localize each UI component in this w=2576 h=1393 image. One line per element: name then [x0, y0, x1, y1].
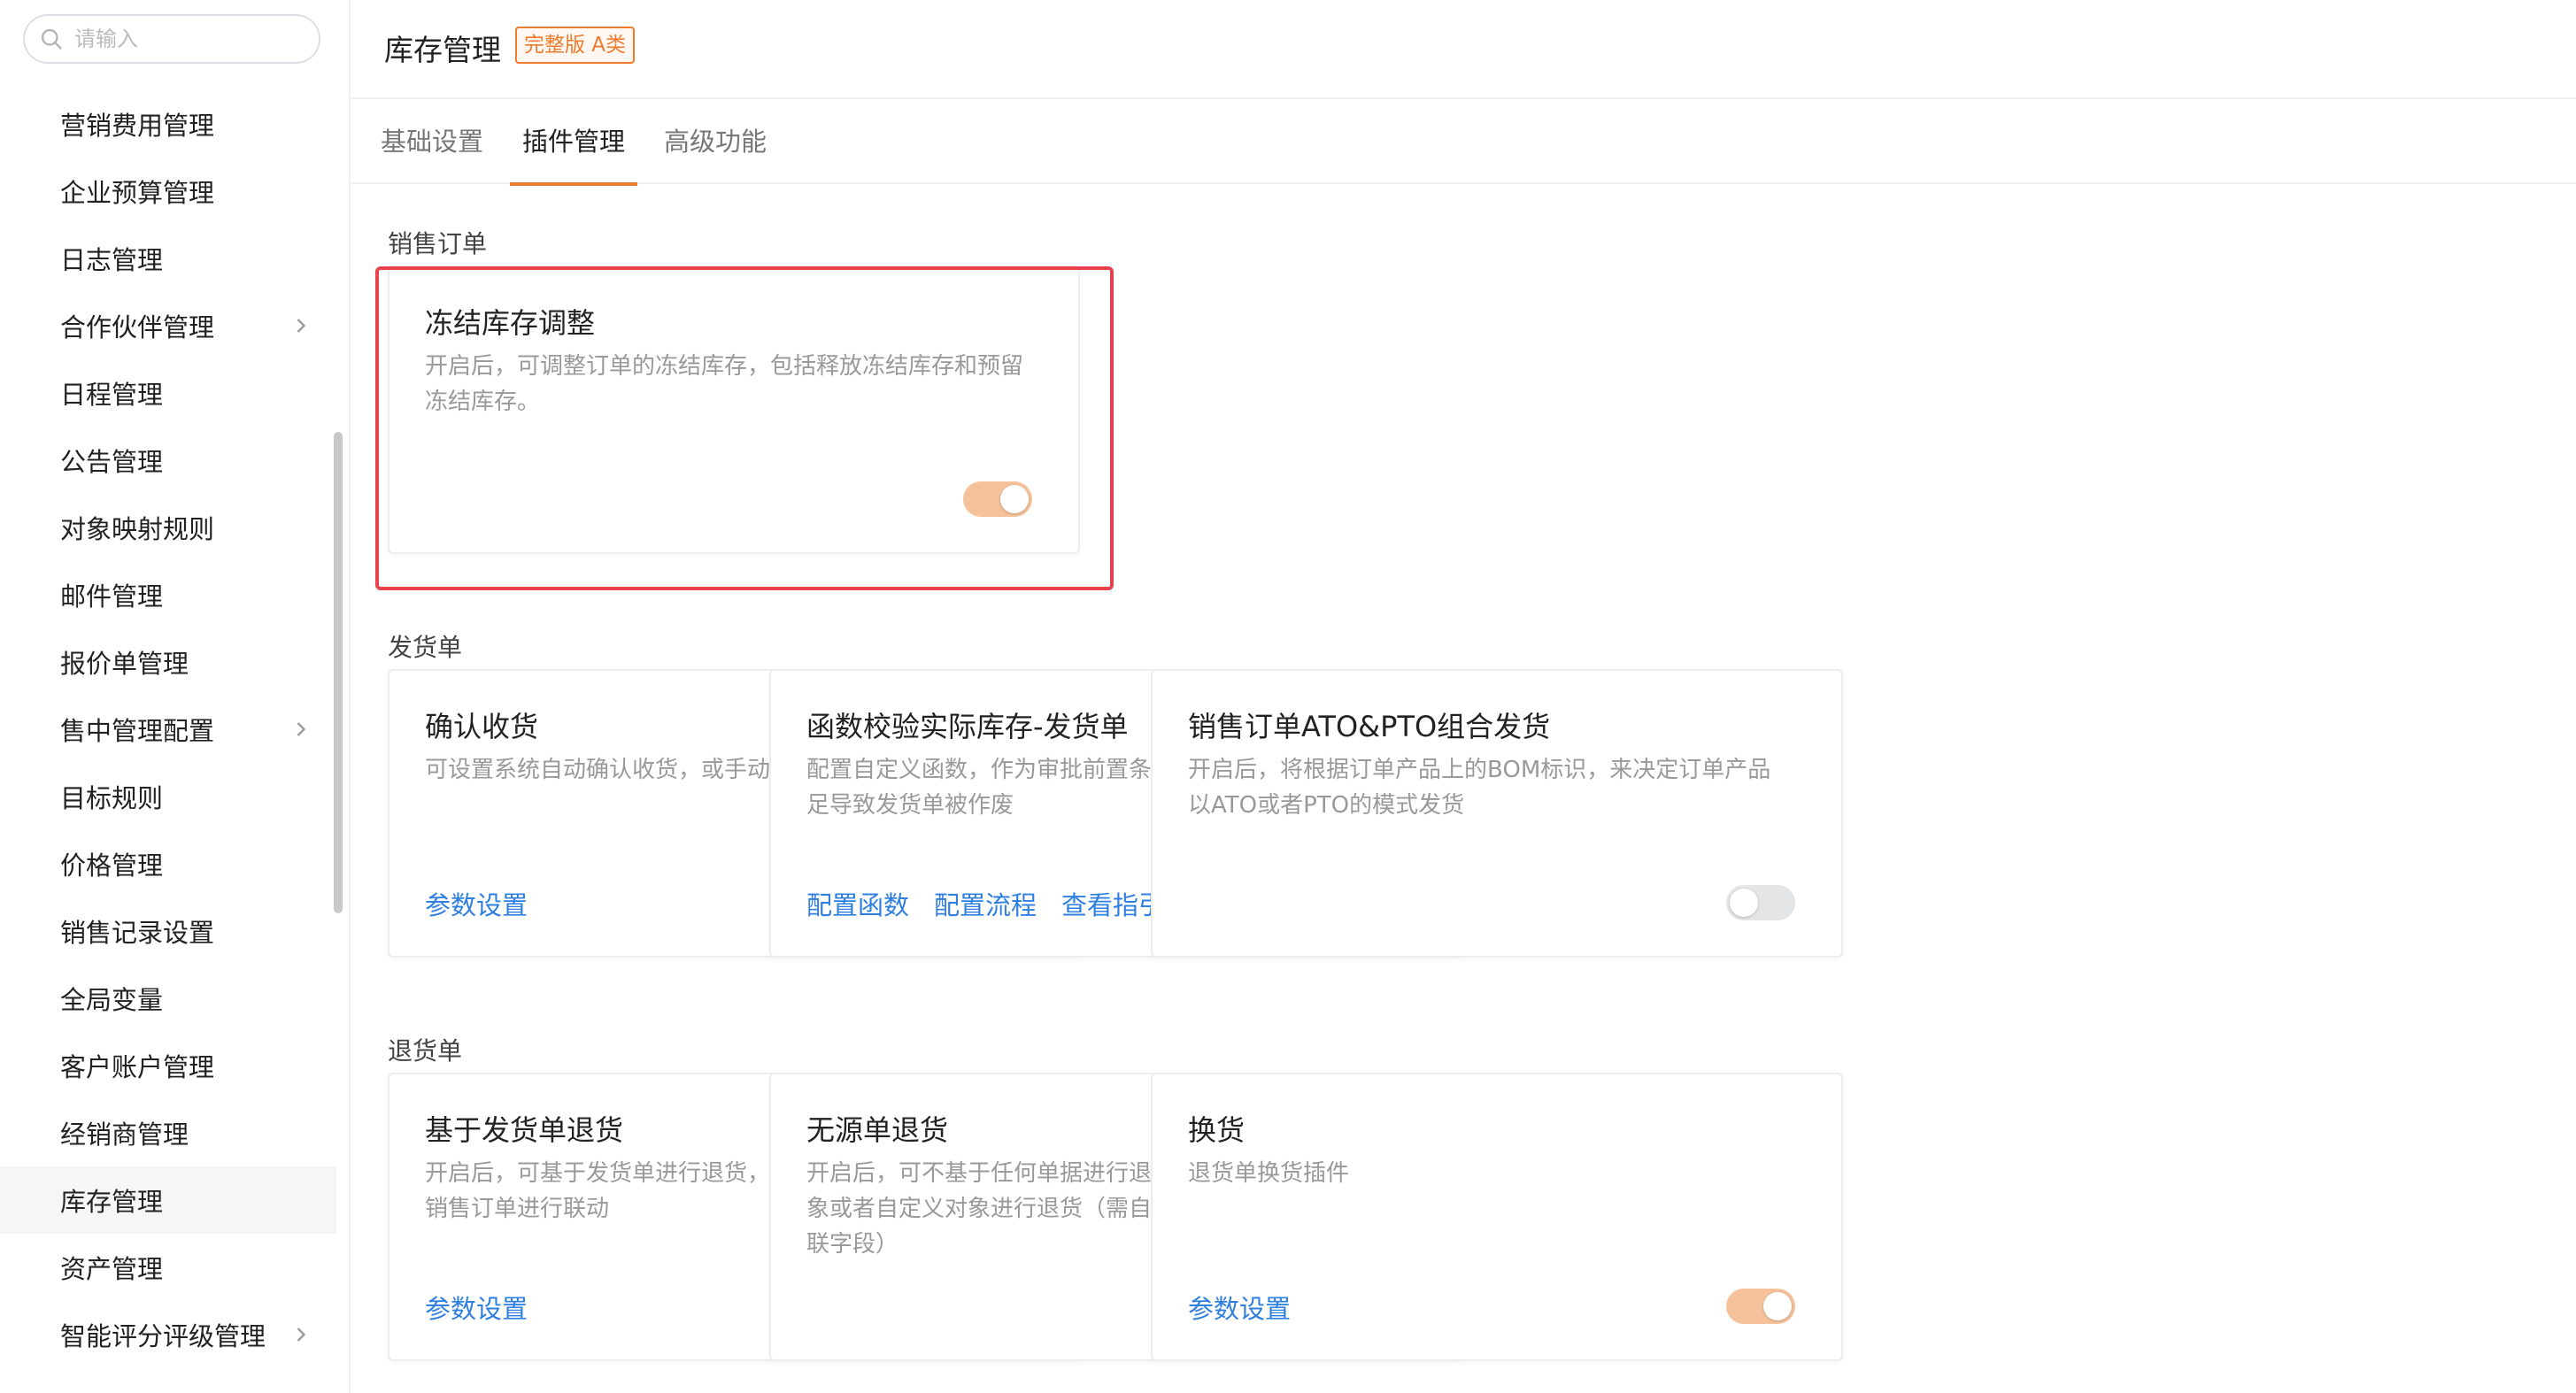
plugin-card-link[interactable]: 参数设置	[1188, 1289, 1291, 1326]
sidebar-item[interactable]: 库存管理	[0, 1166, 336, 1234]
plugin-card-description: 开启后，将根据订单产品上的BOM标识，来决定订单产品以ATO或者PTO的模式发货	[1188, 757, 1771, 819]
sidebar-item[interactable]: 报价单管理	[0, 628, 336, 696]
sidebar-item[interactable]: 经销商管理	[0, 1099, 336, 1166]
plugin-card-title: 无源单退货	[806, 1113, 949, 1147]
sidebar-item-label: 日志管理	[60, 245, 164, 275]
sidebar-item-label: 全局变量	[60, 985, 164, 1015]
sidebar: 营销费用管理企业预算管理日志管理合作伙伴管理日程管理公告管理对象映射规则邮件管理…	[0, 0, 351, 1393]
tab-advanced-features[interactable]: 高级功能	[664, 99, 767, 184]
sidebar-item-label: 销售记录设置	[60, 918, 215, 948]
edition-badge: 完整版 A类	[515, 27, 636, 64]
plugin-card-link[interactable]: 参数设置	[425, 885, 528, 922]
plugin-card-links: 参数设置	[1188, 1289, 1291, 1326]
plugin-card-description: 退货单换货插件	[1188, 1160, 1350, 1187]
plugin-card-title: 确认收货	[425, 710, 539, 743]
sidebar-scrollbar[interactable]	[334, 432, 343, 913]
tab-plugin-management[interactable]: 插件管理	[509, 99, 638, 186]
plugin-card: 销售订单ATO&PTO组合发货开启后，将根据订单产品上的BOM标识，来决定订单产…	[1151, 669, 1843, 958]
plugin-card-links: 配置函数 配置流程 查看指引	[806, 885, 1164, 922]
plugin-toggle[interactable]	[1726, 885, 1795, 920]
sidebar-item[interactable]: 企业预算管理	[0, 158, 336, 225]
sidebar-item-label: 合作伙伴管理	[60, 312, 215, 342]
sidebar-item-label: 日程管理	[60, 380, 164, 410]
plugin-toggle[interactable]	[1726, 1289, 1795, 1324]
sidebar-item[interactable]: 全局变量	[0, 965, 336, 1032]
section-title-return-note: 退货单	[388, 1036, 463, 1066]
chevron-right-icon	[297, 1328, 306, 1342]
plugin-card: 换货退货单换货插件参数设置	[1151, 1073, 1843, 1361]
plugin-card-links: 参数设置	[425, 1289, 528, 1326]
chevron-right-icon	[297, 722, 306, 736]
sidebar-item[interactable]: 公告管理	[0, 427, 336, 494]
sidebar-item[interactable]: 营销费用管理	[0, 90, 336, 158]
plugin-card-description: 开启后，可调整订单的冻结库存，包括释放冻结库存和预留冻结库存。	[425, 353, 1024, 415]
plugin-card-link[interactable]: 配置流程	[934, 885, 1037, 922]
section-title-delivery-note: 发货单	[388, 633, 463, 662]
sidebar-item-label: 售中管理配置	[60, 716, 215, 746]
plugin-card: 冻结库存调整开启后，可调整订单的冻结库存，包括释放冻结库存和预留冻结库存。	[388, 266, 1080, 554]
toggle-knob	[1763, 1292, 1792, 1320]
page-header: 库存管理 完整版 A类	[351, 0, 2576, 99]
sidebar-item-label: 公告管理	[60, 447, 164, 477]
sidebar-item[interactable]: 销售记录设置	[0, 897, 336, 965]
plugin-card-link[interactable]: 查看指引	[1061, 885, 1164, 922]
sidebar-item-label: 目标规则	[60, 783, 164, 813]
sidebar-item[interactable]: 价格管理	[0, 830, 336, 897]
sidebar-item[interactable]: 智能评分评级管理	[0, 1301, 336, 1368]
plugin-card-title: 销售订单ATO&PTO组合发货	[1188, 710, 1551, 743]
sidebar-item-label: 经销商管理	[60, 1120, 189, 1150]
sidebar-item[interactable]: 邮件管理	[0, 561, 336, 628]
sidebar-item-label: 智能评分评级管理	[60, 1321, 266, 1351]
search-input[interactable]	[74, 27, 305, 51]
section-title-sales-order: 销售订单	[388, 229, 488, 258]
sidebar-item-label: 价格管理	[60, 850, 164, 881]
sidebar-item-label: 库存管理	[60, 1187, 164, 1217]
app-root: 营销费用管理企业预算管理日志管理合作伙伴管理日程管理公告管理对象映射规则邮件管理…	[0, 0, 2576, 1393]
sidebar-item-label: 对象映射规则	[60, 514, 215, 544]
plugin-card-title: 函数校验实际库存-发货单	[806, 710, 1129, 743]
sidebar-menu: 营销费用管理 企业预算管理 日志管理合作伙伴管理 日程管理公告管理对象映射规则 邮件管理…	[0, 90, 336, 1368]
sidebar-item[interactable]: 目标规则	[0, 763, 336, 830]
sidebar-item-label: 邮件管理	[60, 581, 164, 612]
sidebar-item[interactable]: 资产管理	[0, 1234, 336, 1301]
toggle-knob	[1000, 485, 1029, 513]
toggle-knob	[1730, 889, 1758, 917]
plugin-toggle[interactable]	[963, 481, 1032, 517]
chevron-right-icon	[297, 319, 306, 333]
search-icon	[41, 28, 62, 50]
sidebar-item[interactable]: 日程管理	[0, 359, 336, 427]
plugin-card-link[interactable]: 配置函数	[806, 885, 909, 922]
sidebar-item-label: 客户账户管理	[60, 1052, 215, 1082]
search-box[interactable]	[23, 14, 320, 64]
sidebar-item[interactable]: 合作伙伴管理	[0, 292, 336, 359]
sidebar-item[interactable]: 日志管理	[0, 225, 336, 292]
sidebar-item-label: 报价单管理	[60, 649, 189, 679]
plugin-card-links: 参数设置	[425, 885, 528, 922]
sidebar-item-label: 企业预算管理	[60, 178, 215, 208]
plugin-card-link[interactable]: 参数设置	[425, 1289, 528, 1326]
sidebar-item[interactable]: 客户账户管理	[0, 1032, 336, 1099]
plugin-content: 销售订单 发货单 退货单 冻结库存调整开启后，可调整订单的冻结库存，包括释放冻结…	[351, 184, 2576, 1393]
tab-bar: 基础设置 插件管理 高级功能	[351, 99, 2576, 186]
plugin-card-title: 换货	[1188, 1113, 1246, 1147]
sidebar-item-label: 资产管理	[60, 1254, 164, 1284]
plugin-card-title: 基于发货单退货	[425, 1113, 624, 1147]
sidebar-item-label: 营销费用管理	[60, 111, 215, 141]
page-title: 库存管理	[384, 33, 501, 67]
tab-basic-settings[interactable]: 基础设置	[381, 99, 483, 184]
plugin-card-title: 冻结库存调整	[425, 306, 596, 340]
sidebar-item[interactable]: 对象映射规则	[0, 494, 336, 561]
sidebar-item[interactable]: 售中管理配置	[0, 696, 336, 763]
